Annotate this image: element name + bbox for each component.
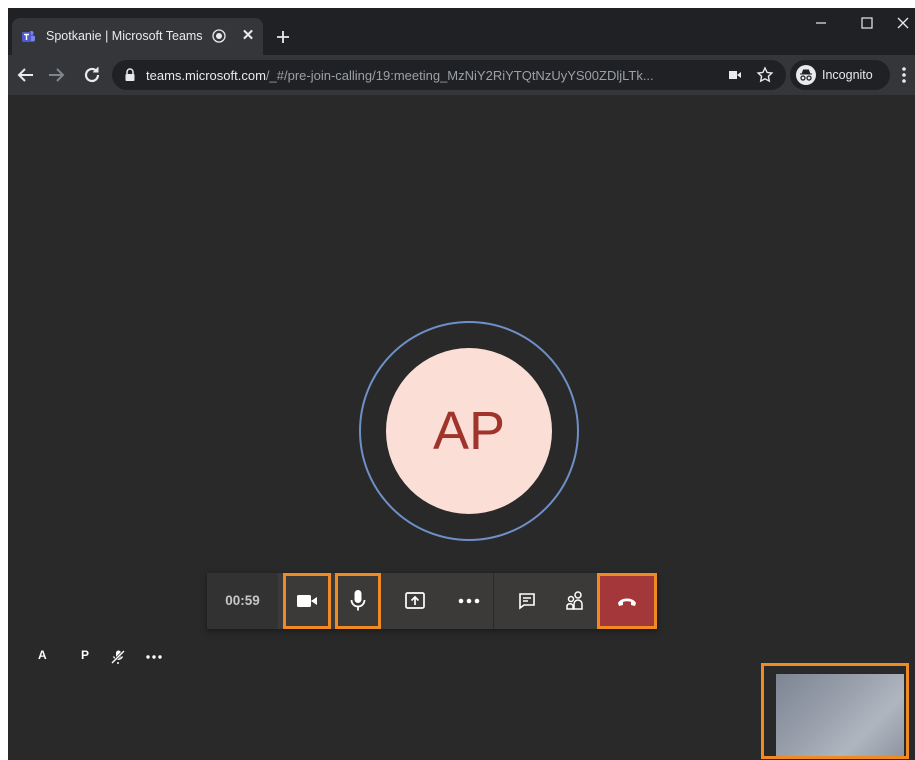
share-screen-icon [405, 592, 425, 609]
participant-avatar: AP [386, 348, 552, 514]
mic-muted-icon [110, 649, 126, 665]
incognito-icon [796, 65, 816, 85]
participant-a: A [38, 648, 47, 662]
bookmark-star-icon[interactable] [756, 66, 774, 84]
hang-up-icon [618, 598, 636, 606]
address-bar[interactable]: teams.microsoft.com/_#/pre-join-calling/… [112, 60, 786, 90]
call-timer: 00:59 [207, 573, 278, 629]
share-screen-button[interactable] [393, 573, 437, 629]
self-video-feed [776, 674, 904, 756]
participant-more-icon[interactable] [145, 655, 163, 659]
teams-logo-icon [22, 31, 35, 42]
window-close-icon[interactable] [880, 8, 915, 40]
tab-close-icon[interactable]: ✕ [238, 26, 258, 46]
hang-up-button[interactable] [597, 573, 657, 629]
url-path: /_#/pre-join-calling/19:meeting_MzNiY2Ri… [265, 68, 654, 83]
forward-arrow-icon[interactable] [44, 63, 68, 87]
camera-icon [297, 595, 317, 607]
microphone-toggle-button[interactable] [335, 573, 381, 629]
self-video-preview[interactable] [761, 663, 909, 759]
meeting-stage: AP 00:59 A P [8, 95, 915, 760]
controls-separator [493, 573, 494, 629]
recording-indicator-icon [212, 29, 226, 43]
url-text[interactable]: teams.microsoft.com/_#/pre-join-calling/… [146, 68, 726, 83]
minimize-icon[interactable] [798, 8, 844, 40]
camera-toggle-button[interactable] [283, 573, 331, 629]
browser-window: Spotkanie | Microsoft Teams ✕ teams.micr… [8, 8, 915, 760]
avatar-initials: AP [432, 401, 506, 461]
chat-icon [519, 593, 535, 610]
browser-toolbar: teams.microsoft.com/_#/pre-join-calling/… [8, 55, 915, 95]
microphone-icon [350, 590, 366, 611]
participant-p: P [81, 648, 90, 662]
tab-strip: Spotkanie | Microsoft Teams ✕ [8, 8, 915, 55]
tab-title: Spotkanie | Microsoft Teams [46, 29, 203, 43]
new-tab-icon[interactable] [272, 26, 294, 48]
call-controls-bar: 00:59 [207, 573, 657, 629]
chat-button[interactable] [505, 573, 549, 629]
lock-icon[interactable] [124, 68, 136, 82]
incognito-profile-button[interactable]: Incognito [790, 60, 890, 90]
url-host: teams.microsoft.com [146, 68, 266, 83]
back-arrow-icon[interactable] [14, 63, 38, 87]
tab-teams-meeting[interactable]: Spotkanie | Microsoft Teams ✕ [12, 18, 263, 55]
reload-icon[interactable] [80, 63, 104, 87]
browser-menu-icon[interactable] [898, 65, 910, 85]
participants-button[interactable] [553, 573, 597, 629]
more-options-button[interactable] [447, 573, 491, 629]
participants-icon [566, 591, 583, 610]
more-options-icon [458, 598, 480, 604]
incognito-label: Incognito [822, 68, 873, 82]
camera-permission-icon[interactable] [728, 69, 742, 81]
